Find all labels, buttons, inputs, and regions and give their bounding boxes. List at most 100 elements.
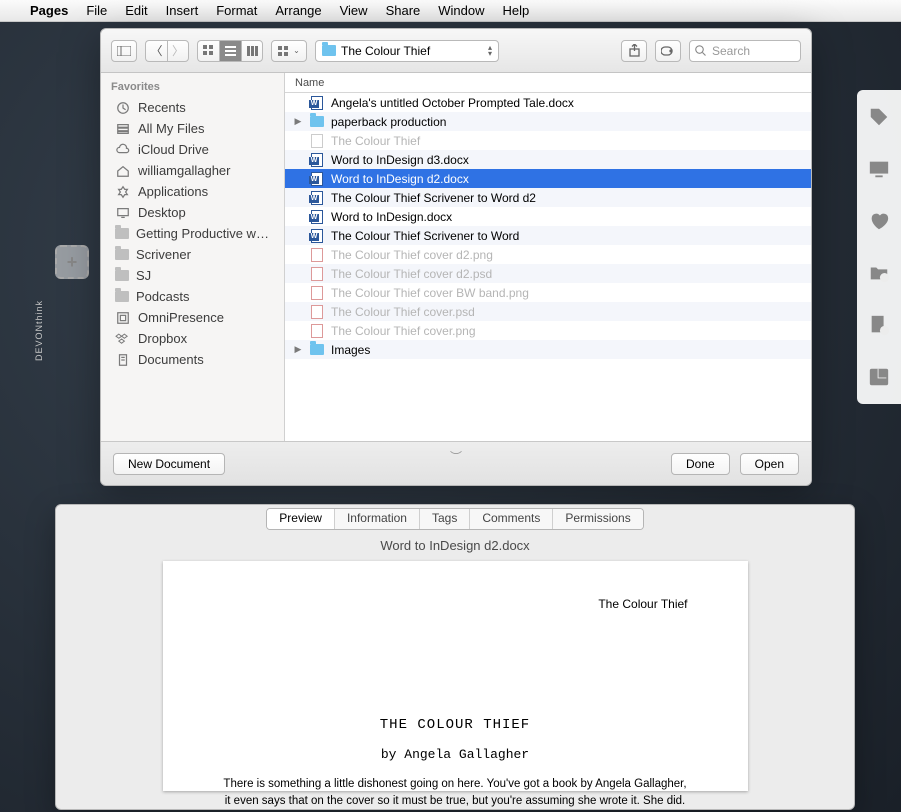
tab-tags[interactable]: Tags [420, 509, 470, 529]
sidebar-item[interactable]: Scrivener [101, 244, 284, 265]
menu-share[interactable]: Share [386, 3, 421, 18]
file-icon [309, 229, 325, 243]
sidebar-item-label: Getting Productive w… [136, 226, 269, 241]
file-icon [309, 343, 325, 357]
sidebar-item[interactable]: All My Files [101, 118, 284, 139]
menu-view[interactable]: View [340, 3, 368, 18]
done-button[interactable]: Done [671, 453, 730, 475]
running-head: The Colour Thief [598, 597, 687, 611]
open-dialog: 〈 〉 ⌄ The Colour Thief ▴▾ Search Favorit… [100, 28, 812, 486]
sidebar-item-label: Desktop [138, 205, 186, 220]
sidebar-item[interactable]: SJ [101, 265, 284, 286]
dialog-footer: New Document ︶ Done Open [101, 441, 811, 485]
file-list: Angela's untitled October Prompted Tale.… [285, 93, 811, 441]
sidebar-item[interactable]: Documents [101, 349, 284, 370]
file-name: Word to InDesign d2.docx [331, 172, 469, 186]
file-row[interactable]: The Colour Thief cover.png [285, 321, 811, 340]
file-name: The Colour Thief cover BW band.png [331, 286, 529, 300]
file-name: Word to InDesign d3.docx [331, 153, 469, 167]
file-row[interactable]: ▶paperback production [285, 112, 811, 131]
view-list-button[interactable] [219, 40, 241, 62]
sidebar-item[interactable]: Getting Productive w… [101, 223, 284, 244]
file-icon [309, 191, 325, 205]
forward-button[interactable]: 〉 [167, 40, 189, 62]
menu-file[interactable]: File [86, 3, 107, 18]
file-row[interactable]: Word to InDesign.docx [285, 207, 811, 226]
view-icons-button[interactable] [197, 40, 219, 62]
new-document-button[interactable]: New Document [113, 453, 225, 475]
back-button[interactable]: 〈 [145, 40, 167, 62]
sidebar-item-label: SJ [136, 268, 151, 283]
sidebar-item-label: Scrivener [136, 247, 191, 262]
file-row[interactable]: The Colour Thief Scrivener to Word d2 [285, 188, 811, 207]
file-name: The Colour Thief cover d2.png [331, 248, 493, 262]
tab-permissions[interactable]: Permissions [553, 509, 642, 529]
file-name: The Colour Thief Scrivener to Word [331, 229, 519, 243]
file-icon [309, 115, 325, 129]
doc-clock-icon[interactable] [868, 314, 890, 336]
folder-clock-icon[interactable] [868, 262, 890, 284]
preview-tabs: Preview Information Tags Comments Permis… [266, 508, 643, 530]
preview-panel: Preview Information Tags Comments Permis… [55, 504, 855, 810]
sidebar-item[interactable]: Dropbox [101, 328, 284, 349]
file-row[interactable]: The Colour Thief cover BW band.png [285, 283, 811, 302]
file-row[interactable]: The Colour Thief [285, 131, 811, 150]
menu-help[interactable]: Help [503, 3, 530, 18]
tab-preview[interactable]: Preview [267, 509, 335, 529]
file-name: Angela's untitled October Prompted Tale.… [331, 96, 574, 110]
menu-arrange[interactable]: Arrange [275, 3, 321, 18]
file-name: Word to InDesign.docx [331, 210, 452, 224]
file-icon [309, 324, 325, 338]
file-row[interactable]: ▶Images [285, 340, 811, 359]
add-placeholder-icon[interactable]: + [55, 245, 89, 279]
folder-icon [322, 45, 336, 56]
file-row[interactable]: Word to InDesign d2.docx [285, 169, 811, 188]
sidebar-item-label: Documents [138, 352, 204, 367]
heart-icon[interactable] [868, 210, 890, 232]
tag-icon[interactable] [868, 106, 890, 128]
group-button[interactable]: ⌄ [271, 40, 307, 62]
menu-format[interactable]: Format [216, 3, 257, 18]
right-rail [857, 90, 901, 404]
tab-information[interactable]: Information [335, 509, 420, 529]
file-row[interactable]: The Colour Thief cover d2.psd [285, 264, 811, 283]
open-button[interactable]: Open [740, 453, 799, 475]
file-name: The Colour Thief cover d2.psd [331, 267, 492, 281]
sidebar-item[interactable]: Podcasts [101, 286, 284, 307]
sidebar-item[interactable]: Desktop [101, 202, 284, 223]
app-name[interactable]: Pages [30, 3, 68, 18]
file-row[interactable]: The Colour Thief cover d2.png [285, 245, 811, 264]
file-row[interactable]: The Colour Thief Scrivener to Word [285, 226, 811, 245]
sidebar-item-label: Dropbox [138, 331, 187, 346]
sidebar-toggle-button[interactable] [111, 40, 137, 62]
share-button[interactable] [621, 40, 647, 62]
file-icon [309, 286, 325, 300]
file-row[interactable]: The Colour Thief cover.psd [285, 302, 811, 321]
menu-window[interactable]: Window [438, 3, 484, 18]
sidebar-item[interactable]: Applications [101, 181, 284, 202]
disclosure-icon[interactable]: ▶ [293, 344, 303, 355]
display-icon[interactable] [868, 158, 890, 180]
resize-grip-icon[interactable]: ︶ [450, 448, 462, 465]
menu-insert[interactable]: Insert [166, 3, 199, 18]
file-name: The Colour Thief cover.png [331, 324, 476, 338]
view-columns-button[interactable] [241, 40, 263, 62]
disclosure-icon[interactable]: ▶ [293, 116, 303, 127]
sidebar-item[interactable]: OmniPresence [101, 307, 284, 328]
sidebar-item[interactable]: williamgallagher [101, 160, 284, 181]
tags-button[interactable] [655, 40, 681, 62]
search-input[interactable]: Search [689, 40, 801, 62]
tab-comments[interactable]: Comments [470, 509, 553, 529]
file-row[interactable]: Angela's untitled October Prompted Tale.… [285, 93, 811, 112]
menu-edit[interactable]: Edit [125, 3, 147, 18]
doc-title: THE COLOUR THIEF [223, 717, 688, 733]
path-dropdown[interactable]: The Colour Thief ▴▾ [315, 40, 499, 62]
file-name: The Colour Thief cover.psd [331, 305, 475, 319]
menu-bar: Pages File Edit Insert Format Arrange Vi… [0, 0, 901, 22]
finder-icon[interactable] [868, 366, 890, 388]
column-header-name[interactable]: Name [285, 73, 811, 93]
sidebar-item[interactable]: iCloud Drive [101, 139, 284, 160]
file-row[interactable]: Word to InDesign d3.docx [285, 150, 811, 169]
path-label: The Colour Thief [341, 44, 430, 58]
sidebar-item[interactable]: Recents [101, 97, 284, 118]
